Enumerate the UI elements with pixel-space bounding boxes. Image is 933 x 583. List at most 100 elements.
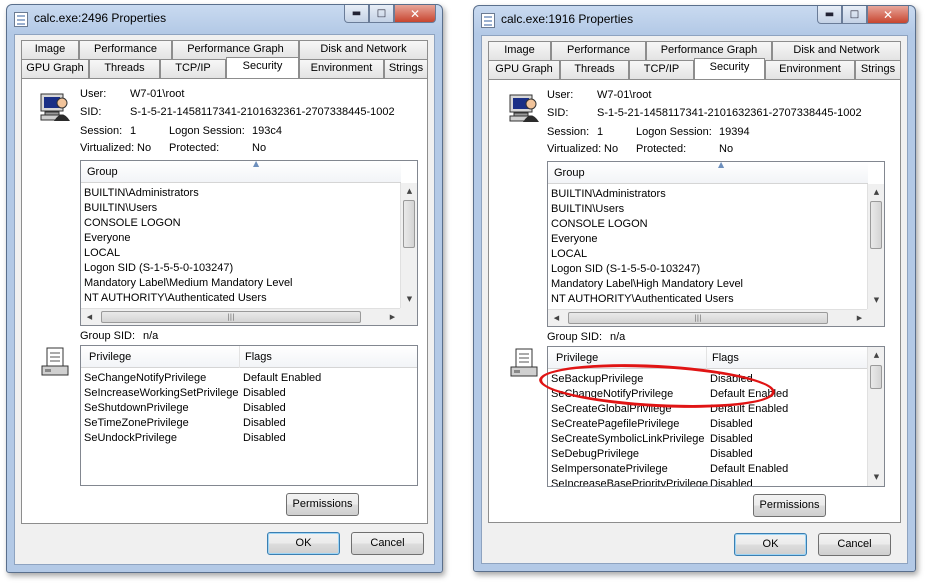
group-row[interactable]: Everyone: [84, 232, 130, 244]
group-row[interactable]: BUILTIN\Users: [84, 202, 157, 214]
scroll-thumb[interactable]: [870, 365, 882, 389]
group-row[interactable]: Logon SID (S-1-5-5-0-103247): [84, 262, 233, 274]
privilege-name[interactable]: SeShutdownPrivilege: [84, 402, 189, 414]
tab-security[interactable]: Security: [694, 58, 765, 79]
tab-image[interactable]: Image: [21, 40, 79, 59]
scroll-down-icon[interactable]: ▼: [868, 292, 884, 309]
tab-tcpip[interactable]: TCP/IP: [160, 59, 226, 78]
maximize-icon[interactable]: □: [842, 6, 867, 24]
privilege-flags: Disabled: [710, 373, 753, 385]
flags-column-header[interactable]: Flags: [245, 351, 272, 363]
privilege-column-header[interactable]: Privilege: [556, 352, 598, 364]
scroll-left-icon[interactable]: ◀: [548, 310, 565, 326]
permissions-button[interactable]: Permissions: [753, 494, 826, 517]
privilege-column-header[interactable]: Privilege: [89, 351, 131, 363]
scroll-up-icon[interactable]: ▲: [868, 184, 884, 201]
privilege-name[interactable]: SeDebugPrivilege: [551, 448, 639, 460]
scroll-thumb[interactable]: |||: [101, 311, 361, 323]
privilege-name[interactable]: SeUndockPrivilege: [84, 432, 177, 444]
cancel-button[interactable]: Cancel: [818, 533, 891, 556]
group-row[interactable]: LOCAL: [84, 247, 120, 259]
scroll-thumb[interactable]: |||: [568, 312, 828, 324]
group-list[interactable]: ▲ Group BUILTIN\Administrators BUILTIN\U…: [80, 160, 418, 326]
privilege-name[interactable]: SeImpersonatePrivilege: [551, 463, 668, 475]
privilege-name[interactable]: SeCreatePagefilePrivilege: [551, 418, 679, 430]
group-row[interactable]: BUILTIN\Users: [551, 203, 624, 215]
privilege-list[interactable]: Privilege Flags SeBackupPrivilege Disabl…: [547, 346, 885, 487]
privilege-flags: Default Enabled: [710, 463, 789, 475]
group-hscroll[interactable]: ◀ ||| ▶: [81, 308, 400, 325]
group-row[interactable]: NT AUTHORITY\Authenticated Users: [551, 293, 734, 305]
group-row[interactable]: LOCAL: [551, 248, 587, 260]
scroll-thumb[interactable]: [870, 201, 882, 249]
tab-environment[interactable]: Environment: [765, 60, 855, 79]
properties-window-2496[interactable]: calc.exe:2496 Properties ▬ □ ✕ Image Per…: [6, 4, 443, 573]
tab-disk-and-network[interactable]: Disk and Network: [299, 40, 428, 59]
tab-strings[interactable]: Strings: [855, 60, 901, 79]
group-row[interactable]: CONSOLE LOGON: [551, 218, 648, 230]
privilege-name[interactable]: SeBackupPrivilege: [551, 373, 643, 385]
scroll-right-icon[interactable]: ▶: [851, 310, 868, 326]
privilege-list[interactable]: Privilege Flags SeChangeNotifyPrivilege …: [80, 345, 418, 486]
tab-gpu-graph[interactable]: GPU Graph: [488, 60, 560, 79]
tab-threads[interactable]: Threads: [89, 59, 160, 78]
minimize-icon[interactable]: ▬: [344, 5, 369, 23]
scroll-up-icon[interactable]: ▲: [401, 183, 417, 200]
group-row[interactable]: Logon SID (S-1-5-5-0-103247): [551, 263, 700, 275]
ok-button[interactable]: OK: [267, 532, 340, 555]
scroll-down-icon[interactable]: ▼: [868, 469, 884, 486]
close-icon[interactable]: ✕: [394, 5, 436, 23]
privilege-flags: Disabled: [710, 433, 753, 445]
privilege-name[interactable]: SeCreateGlobalPrivilege: [551, 403, 671, 415]
group-row[interactable]: CONSOLE LOGON: [84, 217, 181, 229]
scroll-up-icon[interactable]: ▲: [868, 347, 884, 364]
close-icon[interactable]: ✕: [867, 6, 909, 24]
properties-window-1916[interactable]: calc.exe:1916 Properties ▬ □ ✕ Image Per…: [473, 5, 916, 572]
group-row[interactable]: Mandatory Label\High Mandatory Level: [551, 278, 743, 290]
scroll-left-icon[interactable]: ◀: [81, 309, 98, 325]
group-row[interactable]: Everyone: [551, 233, 597, 245]
tab-image[interactable]: Image: [488, 41, 551, 60]
protected-label: Protected:: [636, 143, 687, 155]
title-bar[interactable]: calc.exe:1916 Properties ▬ □ ✕: [474, 6, 915, 34]
tab-security[interactable]: Security: [226, 57, 299, 78]
group-column-header[interactable]: Group: [554, 167, 585, 179]
tab-threads[interactable]: Threads: [560, 60, 629, 79]
privilege-name[interactable]: SeChangeNotifyPrivilege: [84, 372, 206, 384]
group-vscroll[interactable]: ▲ ▼: [400, 183, 417, 308]
title-bar[interactable]: calc.exe:2496 Properties ▬ □ ✕: [7, 5, 442, 33]
tab-disk-and-network[interactable]: Disk and Network: [772, 41, 901, 60]
ok-button[interactable]: OK: [734, 533, 807, 556]
tab-tcpip[interactable]: TCP/IP: [629, 60, 694, 79]
group-row[interactable]: BUILTIN\Administrators: [551, 188, 666, 200]
scroll-thumb[interactable]: [403, 200, 415, 248]
privilege-name[interactable]: SeTimeZonePrivilege: [84, 417, 189, 429]
group-vscroll[interactable]: ▲ ▼: [867, 184, 884, 309]
privilege-name[interactable]: SeIncreaseBasePriorityPrivilege: [551, 478, 708, 486]
session-value: 1: [597, 126, 604, 138]
group-row[interactable]: BUILTIN\Administrators: [84, 187, 199, 199]
tab-gpu-graph[interactable]: GPU Graph: [21, 59, 89, 78]
privilege-vscroll[interactable]: ▲ ▼: [867, 347, 884, 486]
scroll-corner: [867, 309, 884, 326]
group-row[interactable]: NT AUTHORITY\Authenticated Users: [84, 292, 267, 304]
privilege-name[interactable]: SeIncreaseWorkingSetPrivilege: [84, 387, 238, 399]
tab-performance[interactable]: Performance: [79, 40, 172, 59]
group-column-header[interactable]: Group: [87, 166, 118, 178]
group-list[interactable]: ▲ Group BUILTIN\Administrators BUILTIN\U…: [547, 161, 885, 327]
privilege-name[interactable]: SeChangeNotifyPrivilege: [551, 388, 673, 400]
group-hscroll[interactable]: ◀ ||| ▶: [548, 309, 867, 326]
maximize-icon[interactable]: □: [369, 5, 394, 23]
user-label: User:: [547, 89, 574, 101]
scroll-down-icon[interactable]: ▼: [401, 291, 417, 308]
group-row[interactable]: Mandatory Label\Medium Mandatory Level: [84, 277, 293, 289]
tab-strings[interactable]: Strings: [384, 59, 428, 78]
privilege-name[interactable]: SeCreateSymbolicLinkPrivilege: [551, 433, 704, 445]
permissions-button[interactable]: Permissions: [286, 493, 359, 516]
scroll-right-icon[interactable]: ▶: [384, 309, 401, 325]
tab-environment[interactable]: Environment: [299, 59, 384, 78]
tab-performance[interactable]: Performance: [551, 41, 646, 60]
minimize-icon[interactable]: ▬: [817, 6, 842, 24]
flags-column-header[interactable]: Flags: [712, 352, 739, 364]
cancel-button[interactable]: Cancel: [351, 532, 424, 555]
